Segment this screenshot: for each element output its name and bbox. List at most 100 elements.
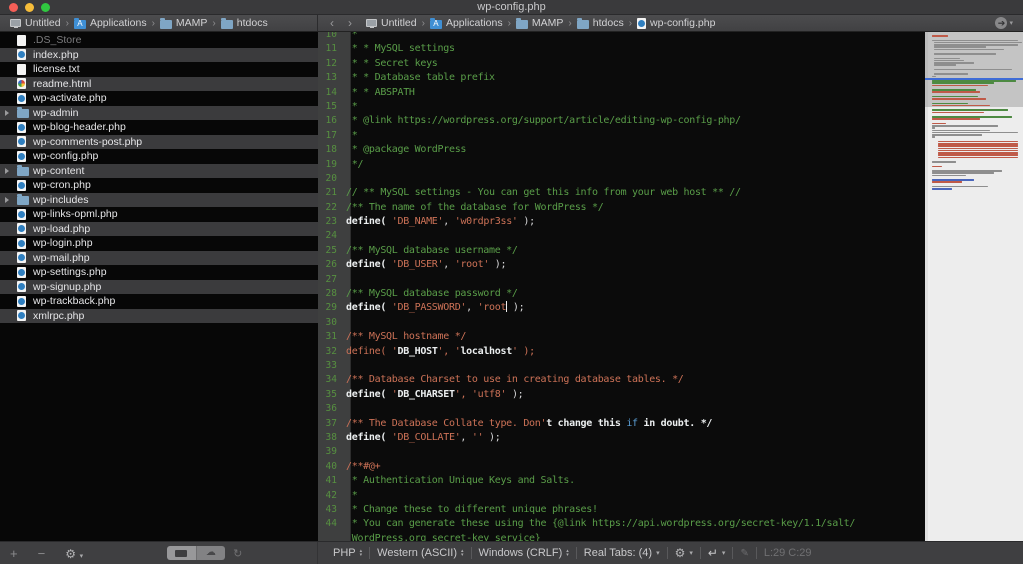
- code-line[interactable]: 25/** MySQL database username */: [318, 244, 925, 258]
- file-list-item[interactable]: wp-config.php: [0, 149, 318, 164]
- code-line[interactable]: 35define( 'DB_CHARSET', 'utf8' );: [318, 388, 925, 402]
- code-line[interactable]: 19 */: [318, 158, 925, 172]
- code-line[interactable]: 36: [318, 402, 925, 416]
- minimap-line: [932, 161, 956, 163]
- code-line[interactable]: 16 * @link https://wordpress.org/support…: [318, 114, 925, 128]
- add-file-button[interactable]: +: [0, 546, 28, 561]
- disclosure-triangle-icon[interactable]: [5, 110, 9, 116]
- file-list-item[interactable]: wp-comments-post.php: [0, 135, 318, 150]
- minimap-line: [932, 136, 935, 138]
- file-list-item[interactable]: wp-admin: [0, 106, 318, 121]
- code-line[interactable]: 27: [318, 273, 925, 287]
- breadcrumb-item[interactable]: htdocs: [221, 17, 268, 29]
- refresh-button[interactable]: ↻: [233, 547, 242, 560]
- file-list-item[interactable]: index.php: [0, 48, 318, 63]
- disclosure-triangle-icon[interactable]: [5, 197, 9, 203]
- forward-arrow-icon[interactable]: ›: [348, 16, 352, 31]
- code-line[interactable]: 14 * * ABSPATH: [318, 86, 925, 100]
- code-line[interactable]: 38define( 'DB_COLLATE', '' );: [318, 431, 925, 445]
- breadcrumb-item[interactable]: Applications: [74, 17, 147, 29]
- counterparts-button[interactable]: ➔ ▾: [995, 17, 1013, 29]
- file-list-item[interactable]: xmlrpc.php: [0, 309, 318, 324]
- code-line[interactable]: 17 *: [318, 129, 925, 143]
- remote-files-segment[interactable]: ☁: [196, 546, 226, 560]
- source-toggle[interactable]: ☁: [167, 546, 225, 560]
- document-minimap[interactable]: [925, 32, 1023, 541]
- code-line[interactable]: 26define( 'DB_USER', 'root' );: [318, 258, 925, 272]
- code-editor[interactable]: 10 *11 * * MySQL settings12 * * Secret k…: [318, 32, 925, 541]
- code-line[interactable]: 22/** The name of the database for WordP…: [318, 201, 925, 215]
- breadcrumb-item[interactable]: MAMP: [160, 17, 208, 29]
- file-list-item[interactable]: wp-blog-header.php: [0, 120, 318, 135]
- disclosure-triangle-icon[interactable]: [5, 168, 9, 174]
- code-line[interactable]: 31/** MySQL hostname */: [318, 330, 925, 344]
- breadcrumb-item[interactable]: Applications: [430, 17, 503, 29]
- zoom-window-button[interactable]: [41, 3, 50, 12]
- close-window-button[interactable]: [9, 3, 18, 12]
- code-line[interactable]: 37/** The Database Collate type. Don't c…: [318, 417, 925, 431]
- minimap-line: [934, 46, 986, 48]
- file-list-item[interactable]: wp-activate.php: [0, 91, 318, 106]
- invisibles-menu[interactable]: ↵ ▾: [701, 546, 733, 560]
- file-list-item[interactable]: wp-includes: [0, 193, 318, 208]
- code-line[interactable]: 21// ** MySQL settings - You can get thi…: [318, 186, 925, 200]
- code-line[interactable]: 42 *: [318, 489, 925, 503]
- php-icon: [17, 281, 26, 292]
- minimize-window-button[interactable]: [25, 3, 34, 12]
- minimap-line: [934, 64, 956, 66]
- file-list-item[interactable]: wp-trackback.php: [0, 294, 318, 309]
- file-list-item[interactable]: wp-load.php: [0, 222, 318, 237]
- code-line[interactable]: 30: [318, 316, 925, 330]
- breadcrumb-item[interactable]: Untitled: [366, 17, 417, 29]
- file-name: wp-admin: [0, 107, 79, 119]
- breadcrumb-label: Untitled: [381, 17, 417, 29]
- code-line[interactable]: 32define( 'DB_HOST', 'localhost' );: [318, 345, 925, 359]
- line-endings-menu[interactable]: Windows (CRLF) ▴▾: [472, 547, 576, 559]
- code-line[interactable]: 41 * Authentication Unique Keys and Salt…: [318, 474, 925, 488]
- breadcrumb-item[interactable]: Untitled: [10, 17, 61, 29]
- php-icon: [17, 209, 26, 220]
- breadcrumb-item[interactable]: MAMP: [516, 17, 564, 29]
- code-line[interactable]: 40/**#@+: [318, 460, 925, 474]
- code-line[interactable]: 20: [318, 172, 925, 186]
- code-line[interactable]: 43 * Change these to different unique ph…: [318, 503, 925, 517]
- back-arrow-icon[interactable]: ‹: [330, 16, 334, 31]
- language-menu[interactable]: PHP ▴▾: [326, 547, 369, 559]
- code-line[interactable]: 28/** MySQL database password */: [318, 287, 925, 301]
- breadcrumb-item[interactable]: htdocs: [577, 17, 624, 29]
- encoding-menu[interactable]: Western (ASCII) ▴▾: [370, 547, 470, 559]
- code-line[interactable]: 29define( 'DB_PASSWORD', 'root );: [318, 301, 925, 315]
- code-line[interactable]: 23define( 'DB_NAME', 'w0rdpr3ss' );: [318, 215, 925, 229]
- code-line[interactable]: 39: [318, 445, 925, 459]
- sidebar-gear-button[interactable]: ⚙ ▾: [55, 546, 93, 561]
- code-line[interactable]: 10 *: [318, 32, 925, 42]
- code-line[interactable]: 13 * * Database table prefix: [318, 71, 925, 85]
- code-line[interactable]: 34/** Database Charset to use in creatin…: [318, 373, 925, 387]
- file-list-item[interactable]: license.txt: [0, 62, 318, 77]
- code-token: );: [506, 389, 523, 400]
- code-line[interactable]: 15 *: [318, 100, 925, 114]
- file-list-item[interactable]: .DS_Store: [0, 33, 318, 48]
- code-line[interactable]: 24: [318, 229, 925, 243]
- editor-gear-menu[interactable]: ⚙ ▾: [668, 546, 700, 560]
- code-line[interactable]: 11 * * MySQL settings: [318, 42, 925, 56]
- local-files-segment[interactable]: [167, 546, 196, 560]
- tabs-menu[interactable]: Real Tabs: (4) ▾: [577, 547, 667, 559]
- remove-file-button[interactable]: −: [28, 546, 56, 561]
- breadcrumb-item[interactable]: wp-config.php: [637, 17, 715, 29]
- file-list-item[interactable]: wp-settings.php: [0, 265, 318, 280]
- file-list-item[interactable]: wp-signup.php: [0, 280, 318, 295]
- file-list-item[interactable]: wp-cron.php: [0, 178, 318, 193]
- folder-icon: [221, 20, 233, 29]
- code-line[interactable]: 18 * @package WordPress: [318, 143, 925, 157]
- file-list-item[interactable]: wp-mail.php: [0, 251, 318, 266]
- code-line[interactable]: 33: [318, 359, 925, 373]
- file-list-item[interactable]: wp-links-opml.php: [0, 207, 318, 222]
- code-line[interactable]: 12 * * Secret keys: [318, 57, 925, 71]
- computer-icon: [10, 19, 21, 27]
- code-line[interactable]: 44 * You can generate these using the {@…: [318, 517, 925, 531]
- code-line[interactable]: WordPress.org secret-key service}: [318, 532, 925, 541]
- file-list-item[interactable]: readme.html: [0, 77, 318, 92]
- file-list-item[interactable]: wp-login.php: [0, 236, 318, 251]
- file-list-item[interactable]: wp-content: [0, 164, 318, 179]
